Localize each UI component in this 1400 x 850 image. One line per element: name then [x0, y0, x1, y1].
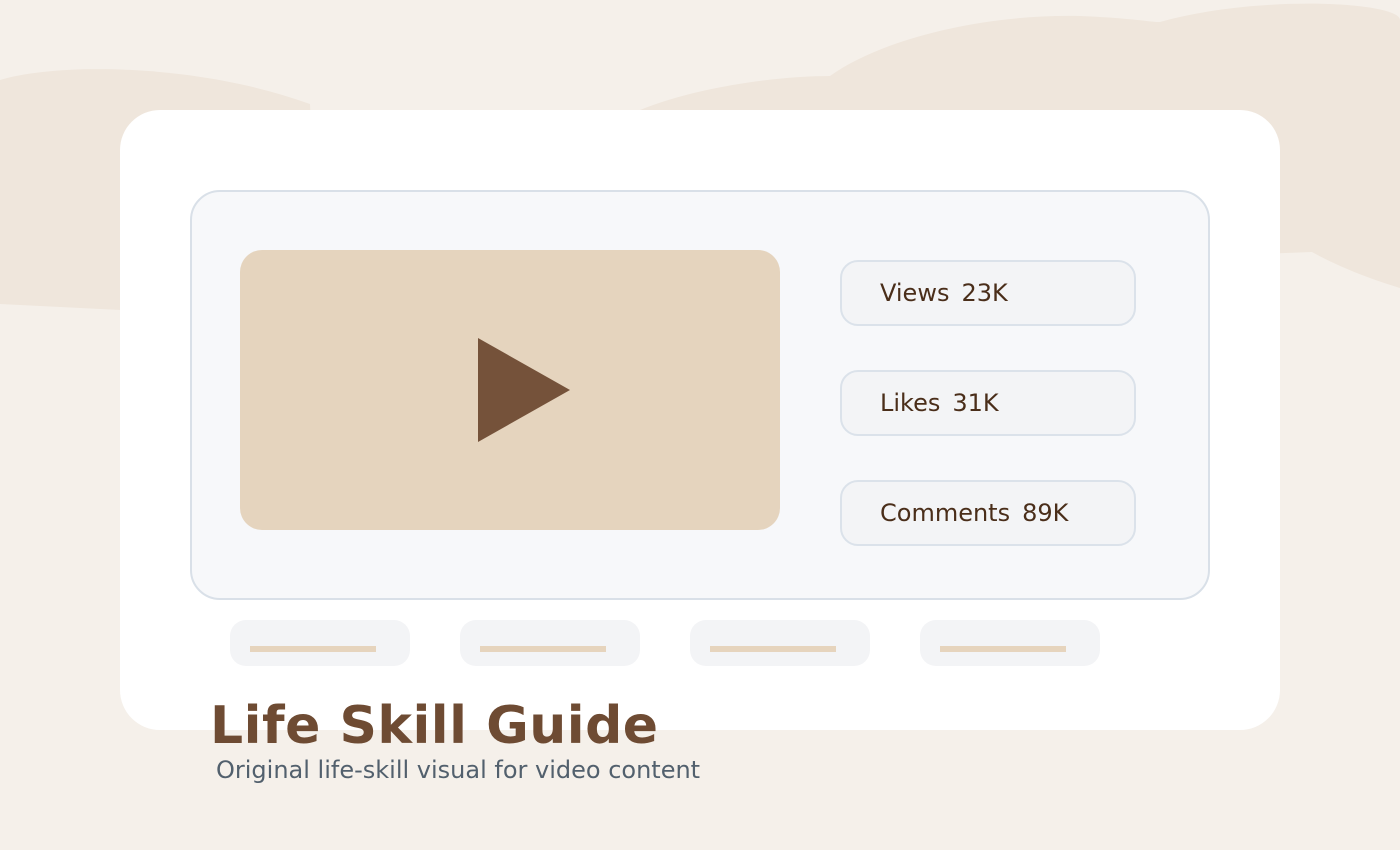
stat-label: Likes	[880, 389, 941, 417]
video-thumbnail[interactable]	[240, 250, 780, 530]
page-title: Life Skill Guide	[210, 696, 659, 756]
stat-likes: Likes 31K	[840, 370, 1136, 436]
placeholder-bar	[250, 646, 376, 652]
stat-value: 89K	[1022, 499, 1069, 527]
page: Views 23K Likes 31K Comments 89K Life Skill…	[0, 0, 1400, 850]
video-panel: Views 23K Likes 31K Comments 89K	[190, 190, 1210, 600]
stat-value: 31K	[952, 389, 999, 417]
stat-comments: Comments 89K	[840, 480, 1136, 546]
placeholder-bar	[710, 646, 836, 652]
stat-label: Views	[880, 279, 950, 307]
stat-value: 23K	[961, 279, 1008, 307]
stat-views: Views 23K	[840, 260, 1136, 326]
placeholder-chip	[460, 620, 640, 666]
placeholder-bar	[940, 646, 1066, 652]
placeholder-chip	[920, 620, 1100, 666]
placeholder-bar	[480, 646, 606, 652]
placeholder-chip	[230, 620, 410, 666]
video-card: Views 23K Likes 31K Comments 89K	[120, 110, 1280, 730]
stat-label: Comments	[880, 499, 1011, 527]
placeholder-chip	[690, 620, 870, 666]
play-icon[interactable]	[478, 338, 570, 442]
page-subtitle: Original life-skill visual for video con…	[216, 756, 701, 784]
